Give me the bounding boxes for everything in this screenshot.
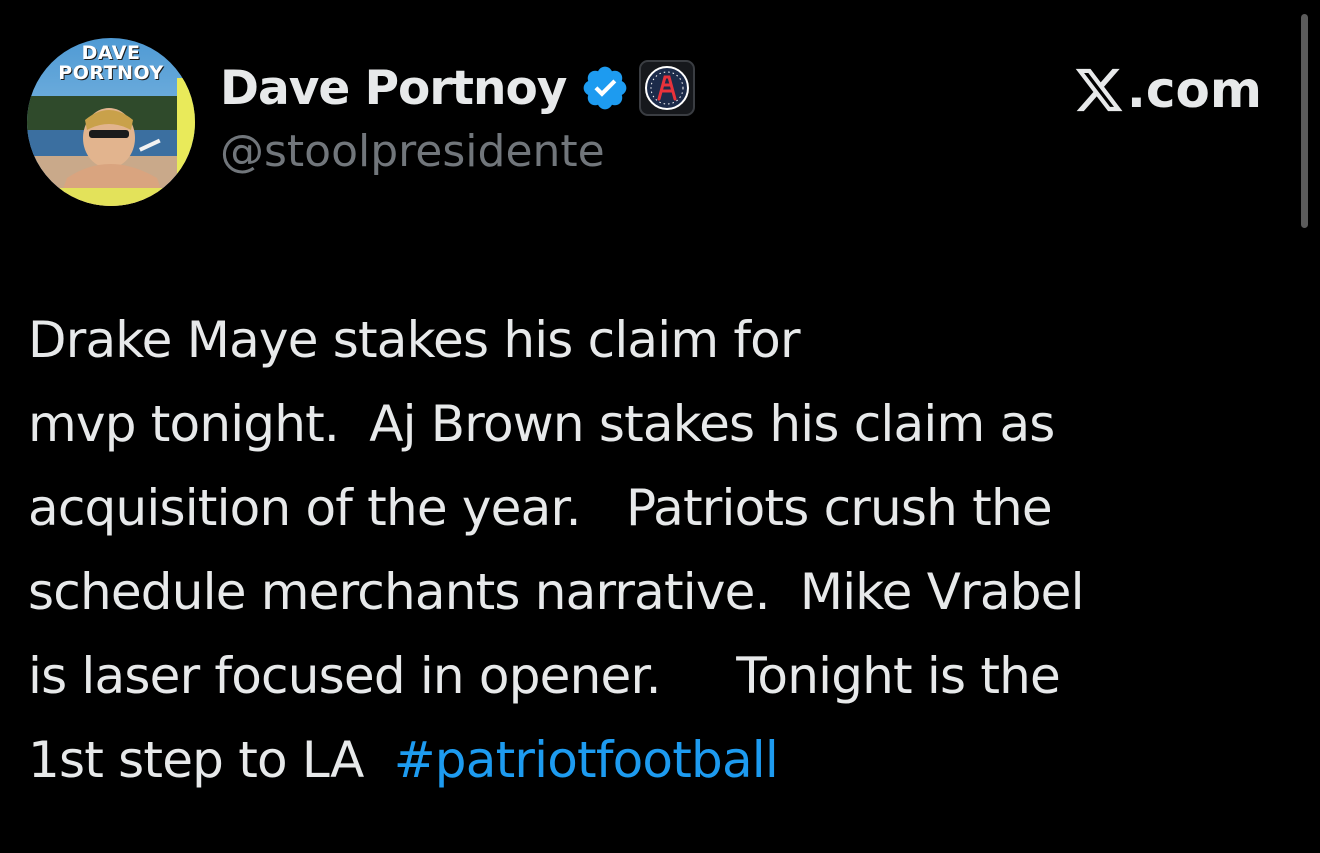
tweet-line-text: 1st step to LA [28,731,394,789]
tweet-line: is laser focused in opener. Tonight is t… [28,647,1061,705]
tweet-line: schedule merchants narrative. Mike Vrabe… [28,563,1085,621]
avatar[interactable]: DAVE PORTNOY [27,38,195,206]
scrollbar[interactable] [1301,14,1308,228]
hashtag-link[interactable]: #patriotfootball [394,731,779,789]
tweet-line: mvp tonight. Aj Brown stakes his claim a… [28,395,1055,453]
brand-domain-text: .com [1126,61,1262,119]
tweet-line: Drake Maye stakes his claim for [28,311,801,369]
x-com-brand: .com [1073,58,1262,122]
tweet-last-line: 1st step to LA #patriotfootball [28,718,1278,802]
x-logo-icon [1073,64,1125,116]
avatar-label-line2: PORTNOY [58,62,164,84]
author-handle[interactable]: @stoolpresidente [220,126,605,177]
avatar-label-line1: DAVE [81,42,141,64]
author-name-row: Dave Portnoy [220,58,696,118]
verified-badge-icon [580,63,630,113]
tweet-line: acquisition of the year. Patriots crush … [28,479,1053,537]
barstool-affiliate-badge-icon[interactable] [638,59,696,117]
tweet-text: Drake Maye stakes his claim for mvp toni… [28,298,1278,802]
display-name[interactable]: Dave Portnoy [220,61,567,116]
